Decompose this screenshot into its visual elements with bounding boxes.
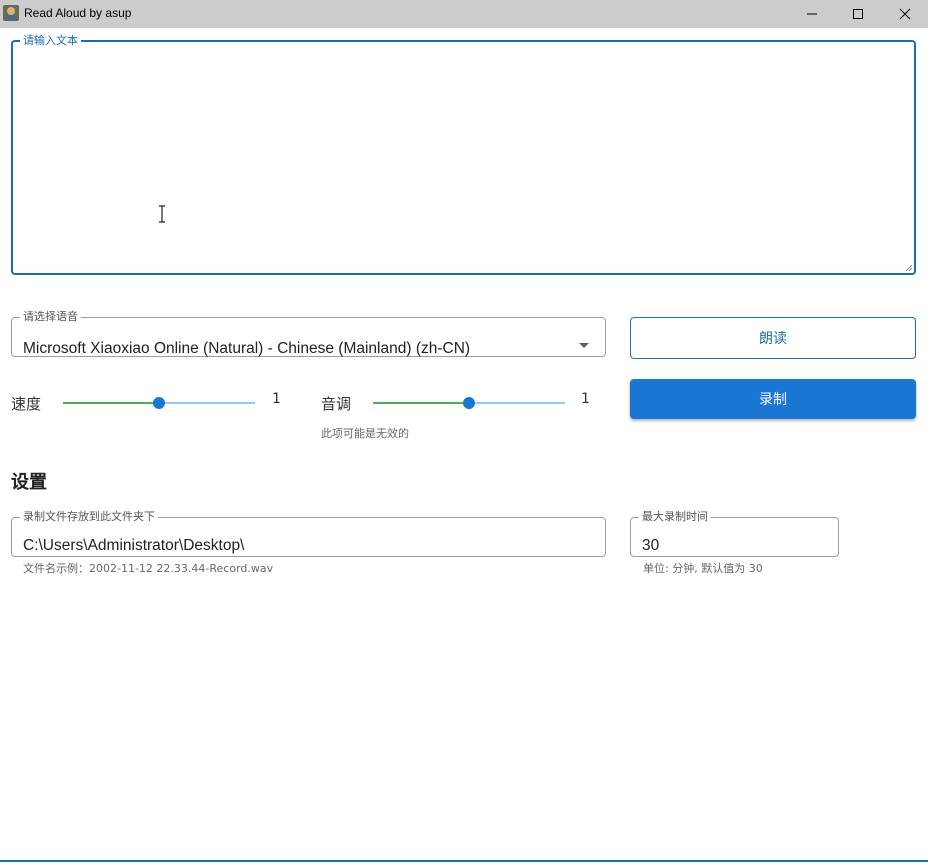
- minimize-button[interactable]: [789, 0, 835, 28]
- maximize-button[interactable]: [835, 0, 881, 28]
- resize-grip-icon[interactable]: [905, 264, 913, 272]
- pitch-slider-thumb[interactable]: [463, 397, 475, 409]
- record-button[interactable]: 录制: [630, 379, 916, 419]
- text-input-label: 请输入文本: [23, 34, 78, 47]
- max-record-time-input[interactable]: [642, 537, 822, 555]
- speed-value: 1: [272, 391, 281, 407]
- pitch-slider-track: [373, 402, 469, 404]
- maximize-icon: [853, 9, 863, 19]
- window-title: Read Aloud by asup: [24, 6, 132, 20]
- speed-label: 速度: [11, 395, 42, 413]
- read-aloud-button[interactable]: 朗读: [630, 317, 916, 359]
- app-icon: [3, 5, 19, 21]
- text-input-field: 请输入文本: [11, 35, 916, 275]
- pitch-value: 1: [581, 391, 590, 407]
- speed-slider-thumb[interactable]: [153, 397, 165, 409]
- close-icon: [899, 8, 911, 20]
- pitch-label: 音调: [321, 395, 352, 413]
- voice-select-label: 请选择语音: [23, 310, 78, 323]
- chevron-down-icon: [579, 343, 589, 348]
- text-input[interactable]: [23, 59, 903, 269]
- pitch-helper-text: 此项可能是无效的: [321, 427, 409, 440]
- max-record-time-helper: 单位: 分钟, 默认值为 30: [643, 562, 763, 575]
- speed-slider-track: [63, 402, 159, 404]
- text-cursor-icon: [159, 205, 165, 223]
- save-folder-field: 录制文件存放到此文件夹下: [11, 511, 606, 557]
- save-folder-input[interactable]: [23, 537, 583, 555]
- pitch-slider[interactable]: [373, 396, 565, 410]
- voice-selected-value: Microsoft Xiaoxiao Online (Natural) - Ch…: [23, 340, 471, 357]
- title-bar[interactable]: Read Aloud by asup: [0, 0, 928, 28]
- save-folder-label: 录制文件存放到此文件夹下: [23, 510, 155, 523]
- app-window: Read Aloud by asup 请输入文本 请选择语音 Microsoft…: [0, 0, 928, 863]
- max-record-time-field: 最大录制时间: [630, 511, 839, 557]
- close-button[interactable]: [882, 0, 928, 28]
- max-record-time-label: 最大录制时间: [642, 510, 708, 523]
- bottom-border: [0, 860, 928, 862]
- voice-select[interactable]: 请选择语音 Microsoft Xiaoxiao Online (Natural…: [11, 311, 606, 357]
- filename-example-text: 文件名示例：2002-11-12 22.33.44-Record.wav: [23, 562, 274, 575]
- minimize-icon: [807, 13, 817, 15]
- settings-title: 设置: [11, 472, 47, 493]
- speed-slider[interactable]: [63, 396, 255, 410]
